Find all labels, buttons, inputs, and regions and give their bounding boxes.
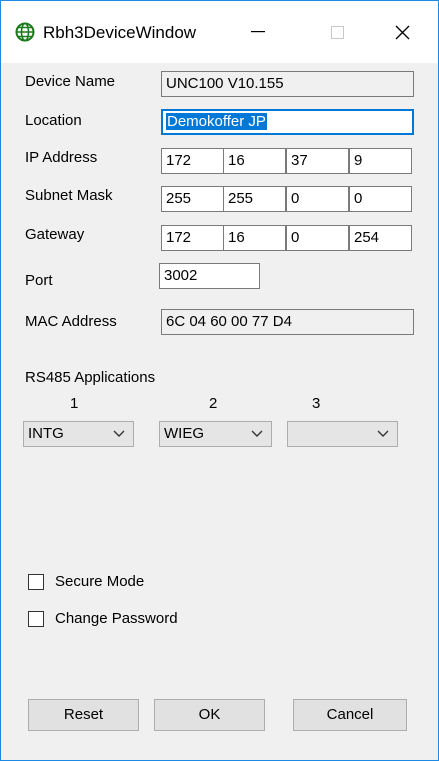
title-bar[interactable]: Rbh3DeviceWindow: [1, 1, 438, 63]
rs485-channel-2-value: WIEG: [164, 425, 204, 442]
location-label: Location: [25, 112, 82, 129]
chevron-down-icon: [377, 430, 389, 437]
minimize-button[interactable]: [238, 15, 278, 49]
rs485-channel-1-value: INTG: [28, 425, 64, 442]
device-name-field: UNC100 V10.155: [161, 71, 414, 97]
port-input[interactable]: 3002: [159, 263, 260, 289]
window-title: Rbh3DeviceWindow: [43, 23, 197, 42]
change-password-checkbox[interactable]: [28, 611, 44, 627]
ok-button[interactable]: OK: [154, 699, 265, 731]
ip-address-label: IP Address: [25, 149, 98, 166]
gateway-octet-2[interactable]: 16: [223, 225, 286, 251]
reset-button[interactable]: Reset: [28, 699, 139, 731]
change-password-label[interactable]: Change Password: [55, 610, 178, 628]
ip-octet-2[interactable]: 16: [223, 148, 286, 174]
rs485-channel-1-number: 1: [70, 395, 79, 412]
maximize-button[interactable]: [317, 15, 357, 49]
ip-octet-1[interactable]: 172: [161, 148, 224, 174]
subnet-octet-1[interactable]: 255: [161, 186, 224, 212]
gateway-octet-3[interactable]: 0: [286, 225, 349, 251]
subnet-octet-3[interactable]: 0: [286, 186, 349, 212]
rs485-channel-1-select[interactable]: INTG: [23, 421, 134, 447]
rs485-channel-3-number: 3: [312, 395, 321, 412]
mac-address-field: 6C 04 60 00 77 D4: [161, 309, 414, 335]
gateway-label: Gateway: [25, 226, 85, 243]
location-selected-text: Demokoffer JP: [166, 113, 267, 130]
ip-octet-3[interactable]: 37: [286, 148, 349, 174]
cancel-button[interactable]: Cancel: [293, 699, 407, 731]
close-button[interactable]: [382, 15, 422, 49]
rs485-channel-2-select[interactable]: WIEG: [159, 421, 272, 447]
secure-mode-label[interactable]: Secure Mode: [55, 573, 144, 591]
maximize-icon: [330, 25, 344, 39]
gateway-octet-4[interactable]: 254: [349, 225, 412, 251]
globe-icon: [15, 22, 35, 42]
minimize-icon: [251, 31, 265, 33]
device-name-label: Device Name: [25, 73, 116, 90]
gateway-octet-1[interactable]: 172: [161, 225, 224, 251]
rs485-label: RS485 Applications: [25, 369, 156, 386]
subnet-octet-2[interactable]: 255: [223, 186, 286, 212]
device-window: Rbh3DeviceWindow Device Name UNC100 V10.…: [0, 0, 439, 761]
chevron-down-icon: [251, 430, 263, 437]
port-label: Port: [25, 272, 53, 289]
ip-octet-4[interactable]: 9: [349, 148, 412, 174]
close-icon: [395, 25, 409, 39]
location-input[interactable]: Demokoffer JP: [161, 109, 414, 135]
rs485-channel-2-number: 2: [209, 395, 218, 412]
secure-mode-checkbox[interactable]: [28, 574, 44, 590]
rs485-channel-3-select[interactable]: [287, 421, 398, 447]
mac-address-label: MAC Address: [25, 313, 117, 330]
chevron-down-icon: [113, 430, 125, 437]
subnet-mask-label: Subnet Mask: [25, 187, 113, 204]
subnet-octet-4[interactable]: 0: [349, 186, 412, 212]
